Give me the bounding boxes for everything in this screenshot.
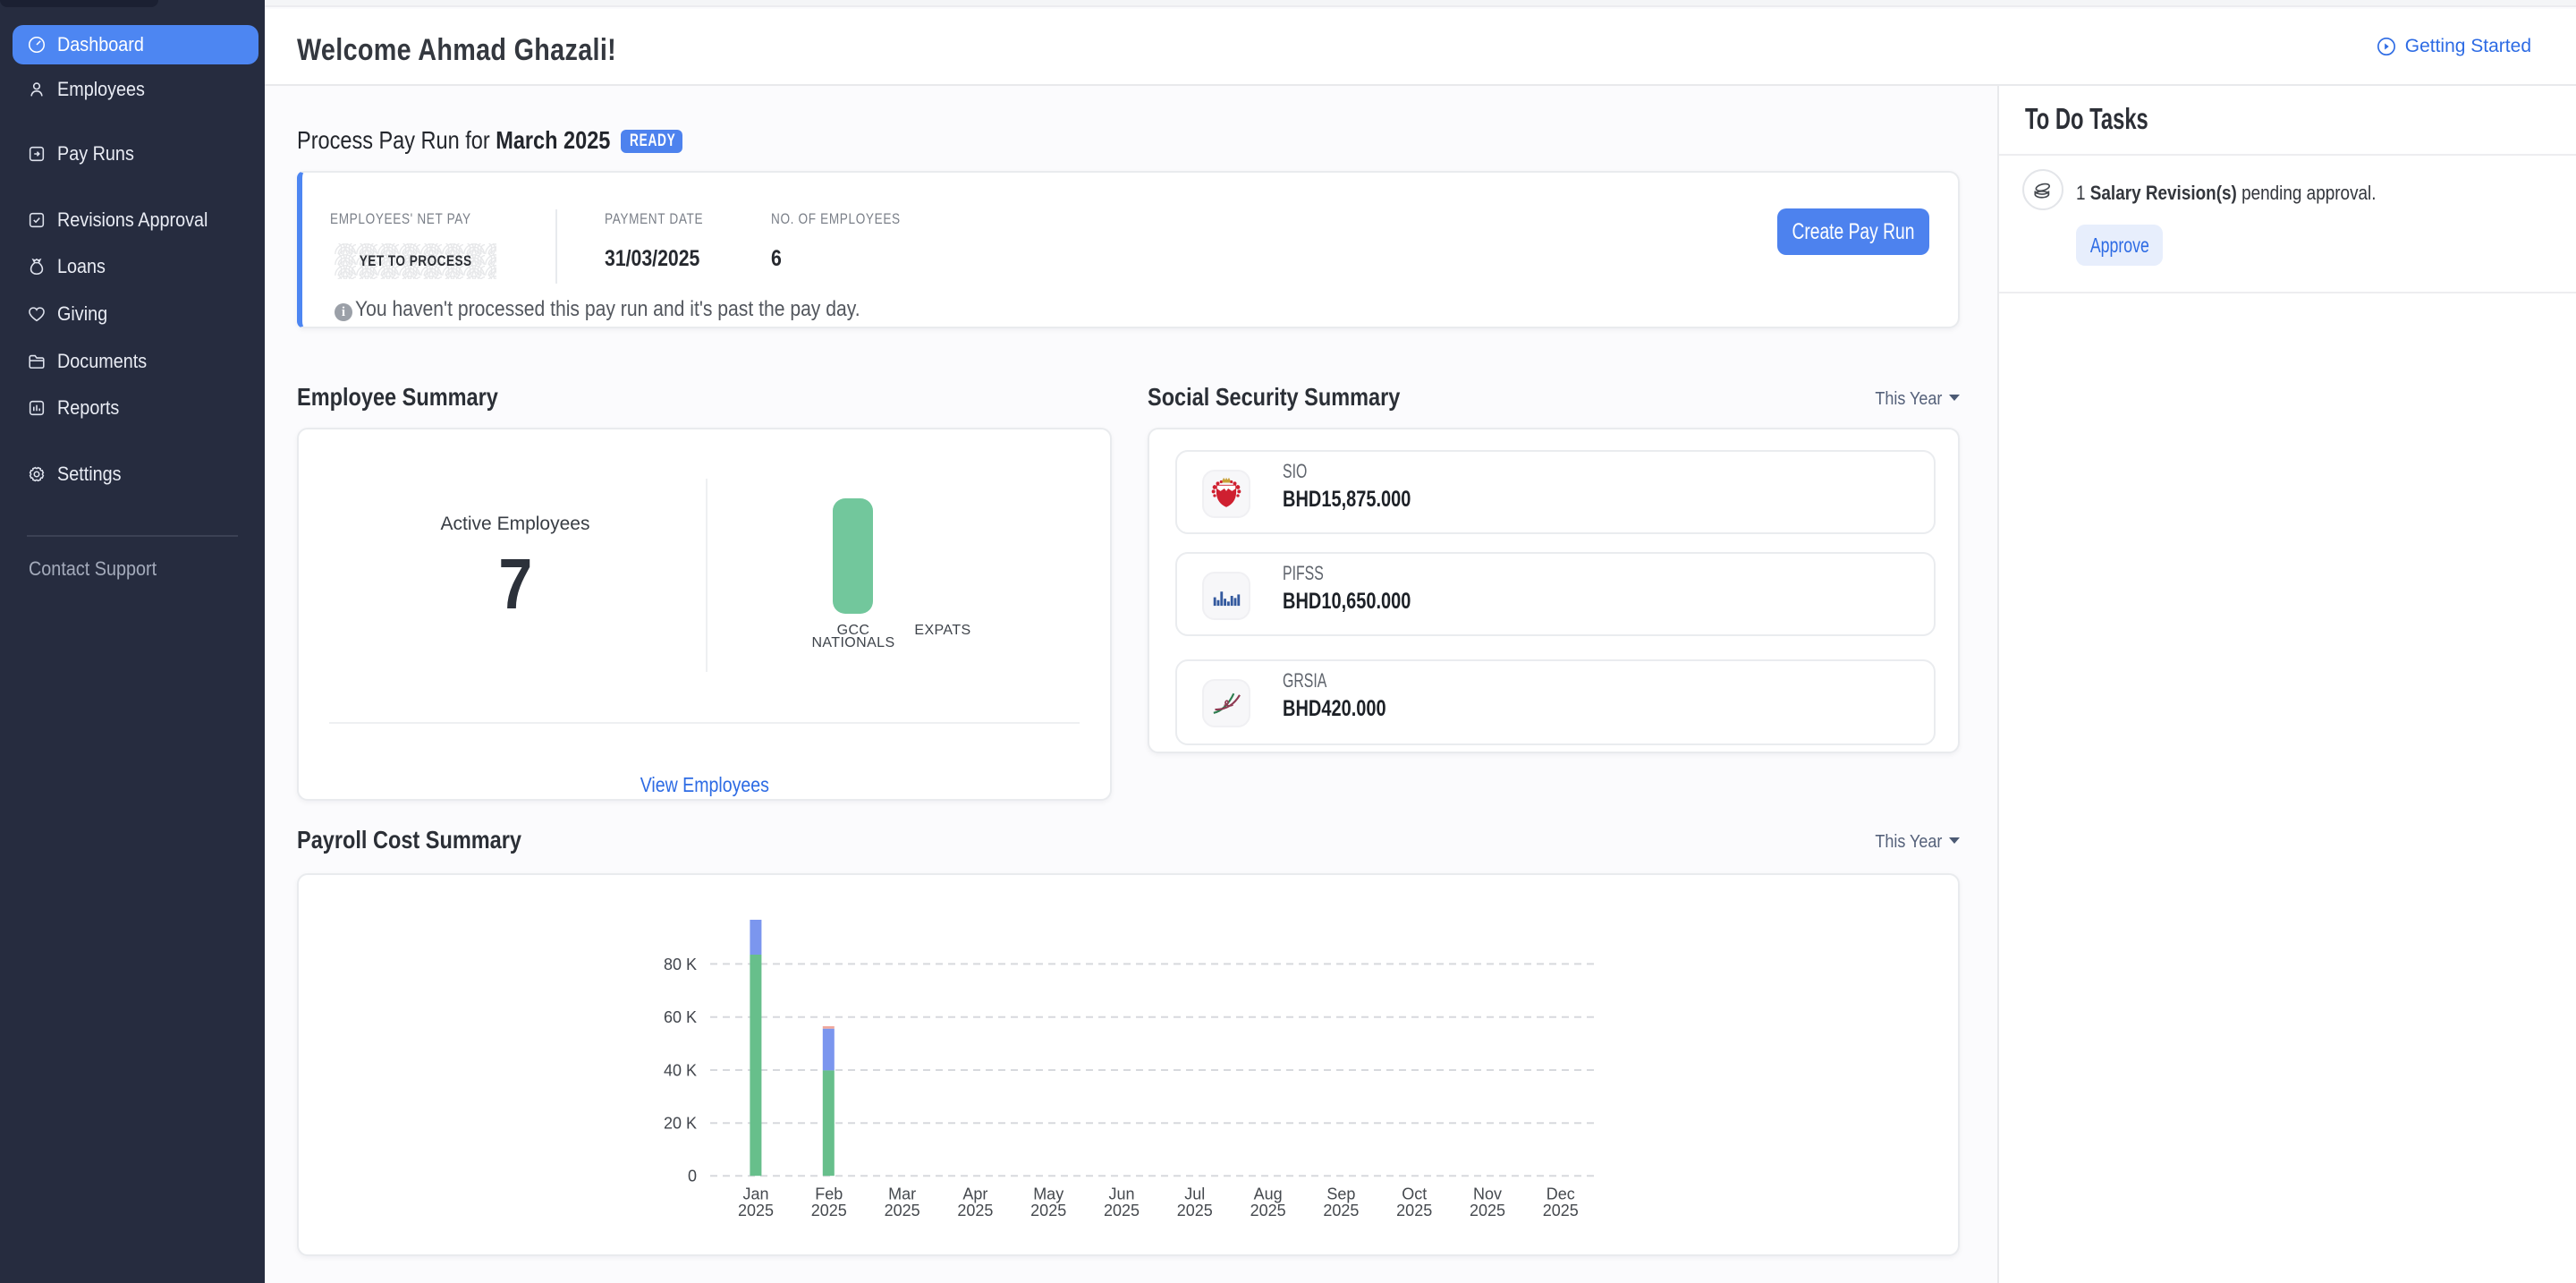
svg-text:2025: 2025 <box>885 1202 920 1219</box>
svg-text:2025: 2025 <box>1104 1202 1140 1219</box>
svg-text:Jan: Jan <box>742 1185 768 1203</box>
svg-text:2025: 2025 <box>1250 1202 1286 1219</box>
svg-text:2025: 2025 <box>957 1202 993 1219</box>
svg-text:0: 0 <box>688 1168 697 1185</box>
svg-text:2025: 2025 <box>1177 1202 1213 1219</box>
svg-text:Sep: Sep <box>1326 1185 1355 1203</box>
svg-text:Oct: Oct <box>1402 1185 1427 1203</box>
svg-text:20 K: 20 K <box>664 1115 697 1133</box>
svg-text:Feb: Feb <box>815 1185 843 1203</box>
svg-text:80 K: 80 K <box>664 956 697 973</box>
svg-text:Aug: Aug <box>1254 1185 1283 1203</box>
svg-text:Apr: Apr <box>962 1185 987 1203</box>
svg-text:2025: 2025 <box>1323 1202 1359 1219</box>
svg-text:2025: 2025 <box>738 1202 774 1219</box>
svg-text:60 K: 60 K <box>664 1008 697 1026</box>
svg-text:Nov: Nov <box>1473 1185 1502 1203</box>
svg-text:2025: 2025 <box>1543 1202 1579 1219</box>
svg-text:2025: 2025 <box>1396 1202 1432 1219</box>
svg-text:May: May <box>1033 1185 1063 1203</box>
svg-text:40 K: 40 K <box>664 1061 697 1079</box>
svg-text:2025: 2025 <box>811 1202 847 1219</box>
svg-text:Jul: Jul <box>1184 1185 1205 1203</box>
svg-text:Dec: Dec <box>1546 1185 1575 1203</box>
svg-text:Jun: Jun <box>1108 1185 1134 1203</box>
svg-text:2025: 2025 <box>1470 1202 1505 1219</box>
svg-text:2025: 2025 <box>1030 1202 1066 1219</box>
svg-text:Mar: Mar <box>888 1185 916 1203</box>
